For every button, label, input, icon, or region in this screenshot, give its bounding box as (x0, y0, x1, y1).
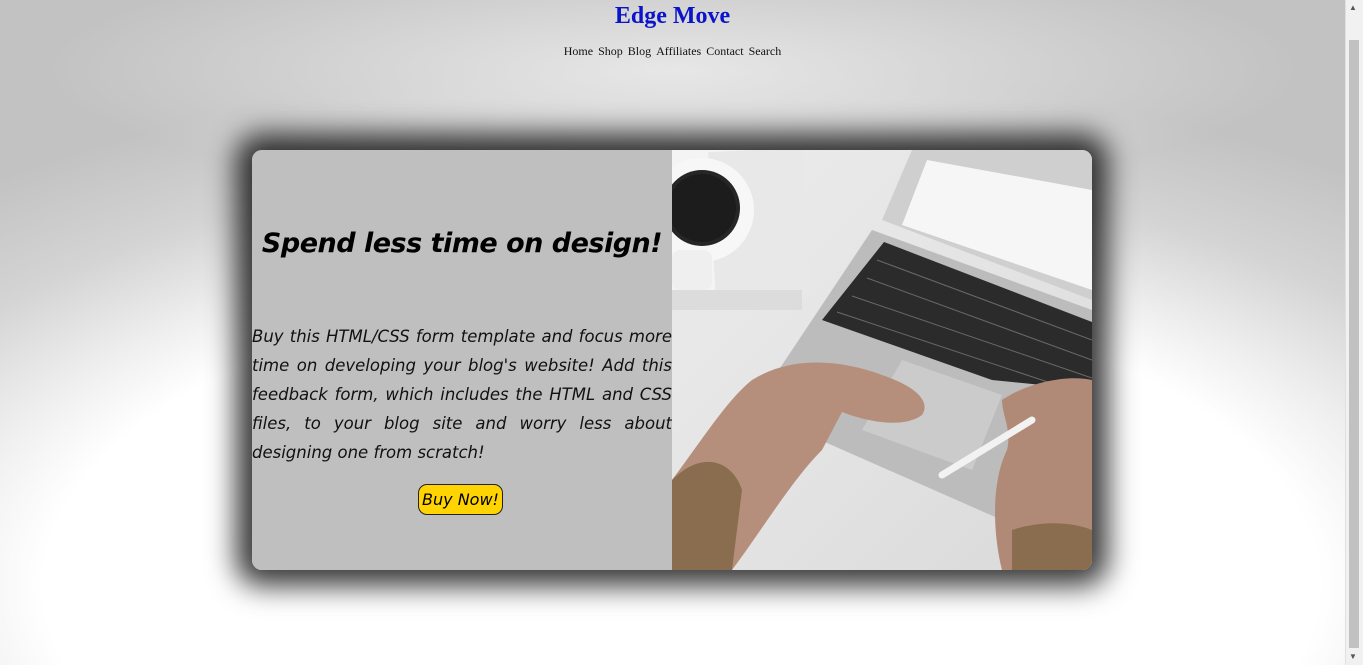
nav-contact[interactable]: Contact (706, 44, 743, 58)
nav-affiliates[interactable]: Affiliates (656, 44, 701, 58)
hero-text-panel: Spend less time on design! Buy this HTML… (252, 150, 672, 570)
hero-card: Spend less time on design! Buy this HTML… (252, 150, 1092, 570)
laptop-workspace-image (672, 150, 1092, 570)
nav-blog[interactable]: Blog (628, 44, 651, 58)
nav-home[interactable]: Home (564, 44, 593, 58)
site-title: Edge Move (614, 3, 731, 29)
hero-headline: Spend less time on design! (261, 228, 663, 259)
buy-now-button[interactable]: Buy Now! (418, 484, 503, 515)
page-scrollbar[interactable]: ▲ ▼ (1345, 0, 1363, 665)
nav-shop[interactable]: Shop (598, 44, 623, 58)
scroll-down-icon[interactable]: ▼ (1349, 652, 1357, 661)
scroll-up-icon[interactable]: ▲ (1349, 3, 1357, 12)
nav-search[interactable]: Search (749, 44, 782, 58)
laptop-photo-icon (672, 150, 1092, 570)
hero-body: Buy this HTML/CSS form template and focu… (252, 327, 672, 462)
scroll-thumb[interactable] (1349, 40, 1359, 648)
main-nav: Home Shop Blog Affiliates Contact Search (0, 44, 1345, 59)
